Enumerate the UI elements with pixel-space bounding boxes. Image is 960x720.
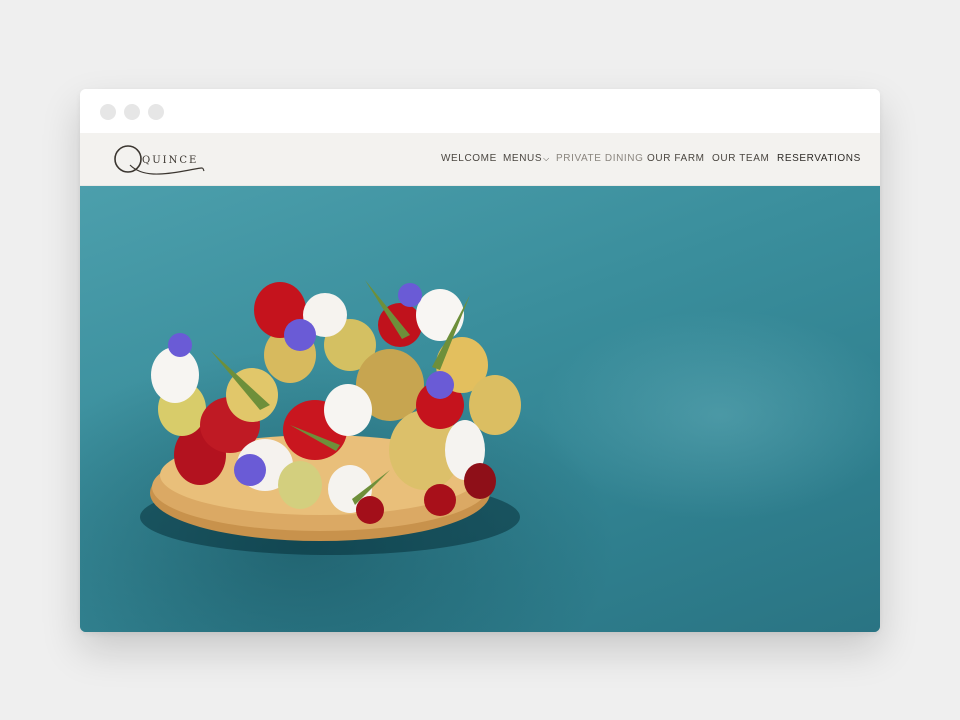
nav-our-farm[interactable]: OUR FARM	[647, 153, 705, 164]
nav-menus-label: MENUS	[503, 153, 543, 164]
minimize-dot[interactable]	[124, 104, 140, 120]
nav-private-dining[interactable]: PRIVATE DINING	[556, 153, 643, 164]
webpage: QUINCE WELCOME MENUS⌵ PRIVATE DINING OUR…	[80, 133, 880, 632]
nav-our-team[interactable]: OUR TEAM	[712, 153, 769, 164]
quince-logo[interactable]: QUINCE	[112, 141, 206, 179]
hero-image	[80, 185, 880, 632]
browser-window: QUINCE WELCOME MENUS⌵ PRIVATE DINING OUR…	[80, 89, 880, 632]
browser-titlebar	[80, 89, 880, 133]
site-navbar: QUINCE WELCOME MENUS⌵ PRIVATE DINING OUR…	[80, 133, 880, 186]
logo-text: QUINCE	[142, 155, 198, 166]
nav-reservations[interactable]: RESERVATIONS	[777, 153, 861, 164]
dessert-illustration	[140, 280, 521, 555]
close-dot[interactable]	[100, 104, 116, 120]
nav-welcome[interactable]: WELCOME	[441, 153, 497, 164]
nav-menus[interactable]: MENUS⌵	[503, 153, 550, 164]
chevron-down-icon: ⌵	[543, 154, 550, 163]
maximize-dot[interactable]	[148, 104, 164, 120]
